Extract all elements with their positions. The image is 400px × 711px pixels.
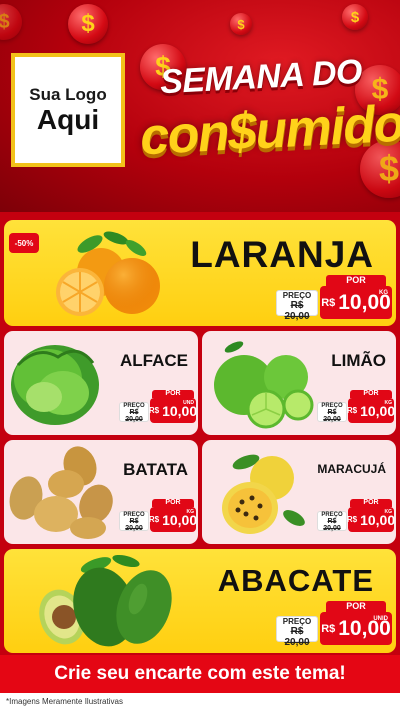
- price-unit: KG: [384, 400, 393, 406]
- product-name: MARACUJÁ: [317, 462, 386, 476]
- price-unit: KG: [384, 509, 393, 515]
- price-tag: POR PREÇO R$ 20,00 R$ 10,00 UNID: [276, 601, 392, 648]
- old-price-label: PREÇO: [282, 291, 312, 300]
- currency-symbol: R$: [321, 296, 336, 309]
- price-tag: POR PREÇO R$ 20,00 R$ 10,00 KG: [317, 499, 395, 533]
- currency-symbol: R$: [148, 515, 160, 524]
- campaign-title-line1: SEMANA DO: [159, 52, 363, 102]
- old-price-value: R$ 20,00: [323, 409, 341, 423]
- price-unit: KG: [186, 509, 195, 515]
- potato-image: [9, 446, 113, 539]
- logo-text-line1: Sua Logo: [29, 84, 107, 104]
- discount-badge: -50%: [9, 233, 39, 253]
- price-unit: UNID: [373, 616, 388, 622]
- product-card-batata[interactable]: BATATA POR PREÇO R$ 20,00 R$ 10,00 KG: [4, 440, 198, 544]
- lime-image: [214, 341, 314, 429]
- old-price: PREÇO R$ 20,00: [119, 511, 149, 532]
- orange-image: [56, 231, 160, 316]
- old-price-value: R$ 20,00: [125, 409, 143, 423]
- product-name: ALFACE: [120, 351, 188, 370]
- old-price: PREÇO R$ 20,00: [317, 402, 347, 423]
- old-price: PREÇO R$ 20,00: [276, 290, 318, 322]
- product-card-abacate[interactable]: ABACATE POR PREÇO R$ 20,00 R$ 10,00 UNID: [4, 549, 396, 653]
- product-name: ABACATE: [217, 563, 374, 598]
- product-name: LIMÃO: [331, 351, 386, 370]
- por-label: POR: [350, 499, 392, 507]
- old-price: PREÇO R$ 20,00: [276, 616, 318, 648]
- current-price: R$ 10,00 KG: [346, 398, 395, 423]
- current-price: R$ 10,00 KG: [346, 507, 395, 532]
- logo-placeholder: Sua Logo Aqui: [11, 53, 125, 167]
- price-tag: POR PREÇO R$ 20,00 R$ 10,00 KG: [119, 499, 197, 533]
- old-price-value: R$ 20,00: [323, 518, 341, 532]
- cta-banner[interactable]: Crie seu encarte com este tema!: [0, 655, 400, 693]
- logo-text-line2: Aqui: [36, 103, 100, 135]
- old-price-value: R$ 20,00: [284, 300, 310, 322]
- old-price-value: R$ 20,00: [125, 518, 143, 532]
- coin-icon: $: [0, 4, 22, 40]
- product-name: LARANJA: [190, 234, 374, 275]
- por-label: POR: [152, 499, 194, 507]
- disclaimer-text: *Imagens Meramente Ilustrativas: [0, 693, 400, 711]
- price-tag: POR PREÇO R$ 20,00 R$ 10,00 UND: [119, 390, 197, 424]
- coin-icon: $: [68, 4, 108, 44]
- old-price: PREÇO R$ 20,00: [317, 511, 347, 532]
- price-tag: POR PREÇO R$ 20,00 R$ 10,00 KG: [276, 275, 392, 322]
- current-price: R$ 10,00 KG: [148, 507, 197, 532]
- currency-symbol: R$: [148, 406, 160, 415]
- product-name: BATATA: [123, 460, 188, 479]
- coin-icon: $: [342, 4, 368, 30]
- old-price-value: R$ 20,00: [284, 626, 310, 648]
- price-unit: UND: [183, 400, 194, 406]
- por-label: POR: [326, 601, 386, 612]
- por-label: POR: [350, 390, 392, 398]
- passion-fruit-image: [222, 454, 305, 534]
- header-banner: $ $ $ $ $ $ $ Sua Logo Aqui SEMANA DO co…: [0, 0, 400, 212]
- currency-symbol: R$: [346, 515, 358, 524]
- price-unit: KG: [379, 290, 388, 296]
- coin-icon: $: [230, 13, 252, 35]
- currency-symbol: R$: [321, 622, 336, 635]
- por-label: POR: [152, 390, 194, 398]
- lettuce-image: [11, 345, 99, 425]
- product-card-maracuja[interactable]: MARACUJÁ POR PREÇO R$ 20,00 R$ 10,00 KG: [202, 440, 396, 544]
- current-price: R$ 10,00 UNID: [320, 612, 392, 645]
- avocado-image: [39, 554, 172, 647]
- por-label: POR: [326, 275, 386, 286]
- product-card-limao[interactable]: LIMÃO POR PREÇO R$ 20,00 R$ 10,00 KG: [202, 331, 396, 435]
- current-price: R$ 10,00 UND: [148, 398, 197, 423]
- old-price-label: PREÇO: [282, 617, 312, 626]
- campaign-title-line2: con$umidor: [138, 93, 400, 167]
- price-tag: POR PREÇO R$ 20,00 R$ 10,00 KG: [317, 390, 395, 424]
- product-card-alface[interactable]: ALFACE POR PREÇO R$ 20,00 R$ 10,00 UND: [4, 331, 198, 435]
- currency-symbol: R$: [346, 406, 358, 415]
- old-price: PREÇO R$ 20,00: [119, 402, 149, 423]
- product-card-laranja[interactable]: LARANJA POR PREÇO R$ 20,00 R$ 10,00 KG: [4, 220, 396, 326]
- current-price: R$ 10,00 KG: [320, 286, 392, 319]
